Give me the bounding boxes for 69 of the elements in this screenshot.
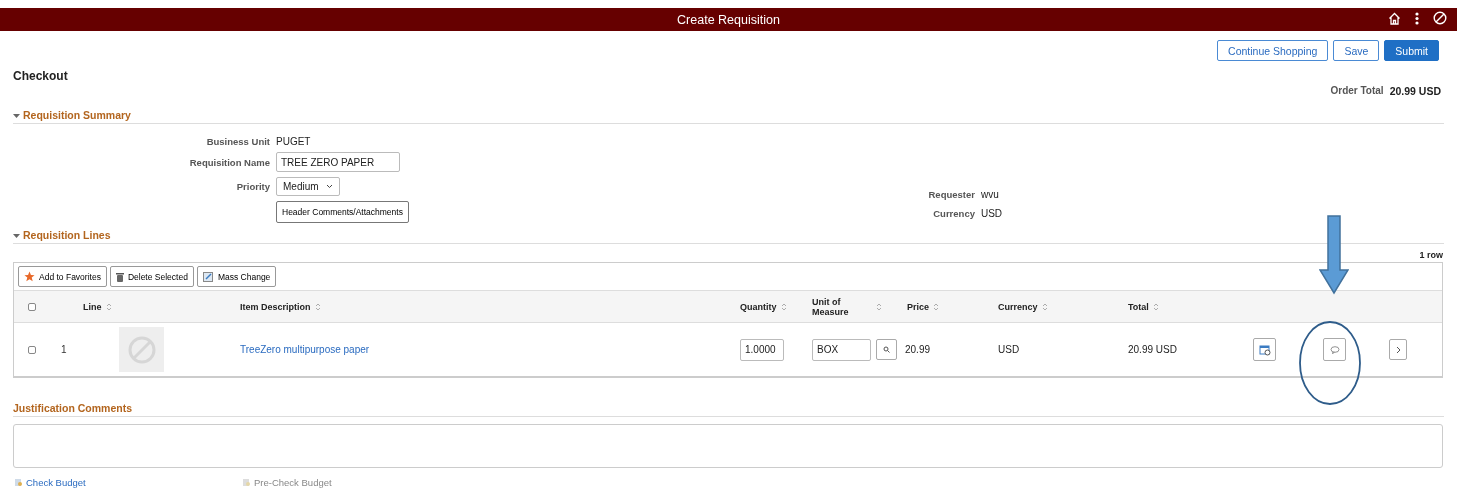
price-value: 20.99 [905, 344, 931, 355]
budget-link[interactable]: Check Budget [14, 477, 242, 488]
calendar-clock-icon [1258, 343, 1271, 356]
budget-icon [14, 478, 23, 487]
column-header[interactable]: Unit of Measure [812, 296, 872, 317]
toolbar-button[interactable]: Delete Selected [109, 266, 194, 287]
submit-button[interactable]: Submit [1384, 40, 1439, 61]
row-checkbox[interactable] [28, 345, 36, 354]
search-icon [883, 346, 890, 353]
row-count: 1 row [1418, 249, 1444, 260]
header-comments-button[interactable]: Header Comments/Attachments [276, 201, 409, 223]
item-description-link[interactable]: TreeZero multipurpose paper [240, 344, 370, 355]
chevron-right-icon [1395, 345, 1401, 354]
unit-field[interactable]: BOX [812, 338, 871, 361]
field-label: Business Unit [205, 136, 270, 147]
sort-icon [105, 302, 112, 311]
field-value: wvu [980, 189, 1000, 200]
column-header[interactable]: Item Description [240, 301, 311, 312]
order-total-value: 20.99 USD [1389, 85, 1441, 97]
section-header[interactable]: Requisition Summary [13, 109, 1444, 124]
sort-icon [780, 302, 787, 311]
sort-icon [933, 302, 940, 311]
line-number: 1 [61, 344, 68, 355]
quantity-field[interactable]: 1.0000 [740, 338, 784, 361]
field-label: Currency [932, 208, 975, 219]
star-icon [24, 271, 35, 282]
page-title: Checkout [13, 69, 69, 83]
field-value: USD [980, 208, 1003, 219]
action-button[interactable]: Save [1333, 40, 1380, 61]
currency-value: USD [998, 344, 1020, 355]
toolbar-button[interactable]: Mass Change [196, 266, 277, 287]
chevron-down-icon [325, 184, 333, 189]
sort-icon [1152, 302, 1159, 311]
select-all-checkbox[interactable] [28, 302, 36, 311]
requisition-name-field[interactable]: TREE ZERO PAPER [276, 152, 400, 172]
field-label: Requester [927, 189, 975, 200]
priority-dropdown[interactable]: Medium [276, 177, 340, 196]
details-button[interactable] [1389, 339, 1407, 360]
toolbar-button[interactable]: Add to Favorites [18, 266, 107, 287]
order-total-label: Order Total [1330, 85, 1384, 97]
home-icon[interactable] [1388, 11, 1401, 25]
field-label: Priority [235, 181, 270, 192]
section-title: Justification Comments [13, 402, 1444, 417]
comment-button[interactable] [1323, 338, 1346, 361]
more-icon[interactable] [1415, 11, 1419, 25]
column-header[interactable]: Quantity [740, 301, 777, 312]
caret-down-icon [13, 231, 20, 239]
no-entry-icon[interactable] [1433, 11, 1447, 25]
column-header[interactable]: Line [83, 301, 102, 312]
column-header[interactable]: Currency [998, 301, 1038, 312]
total-value: 20.99 USD [1128, 344, 1177, 355]
schedule-button[interactable] [1253, 338, 1276, 361]
field-value: PUGET [276, 136, 312, 147]
page-header-title: Create Requisition [677, 12, 780, 27]
field-label: Requisition Name [188, 156, 270, 168]
column-header[interactable]: Total [1128, 301, 1149, 312]
no-image-placeholder [119, 327, 164, 372]
justification-field[interactable] [13, 424, 1443, 468]
edit-icon [202, 271, 214, 282]
trash-icon [115, 271, 124, 282]
caret-down-icon [13, 111, 20, 119]
speech-bubble-icon [1329, 345, 1340, 354]
search-button[interactable] [876, 339, 897, 360]
sort-icon [314, 302, 321, 311]
sort-icon [1041, 302, 1048, 311]
sort-icon [876, 302, 882, 311]
column-header[interactable]: Price [907, 301, 930, 312]
action-button[interactable]: Continue Shopping [1217, 40, 1329, 61]
budget-icon [242, 478, 251, 487]
